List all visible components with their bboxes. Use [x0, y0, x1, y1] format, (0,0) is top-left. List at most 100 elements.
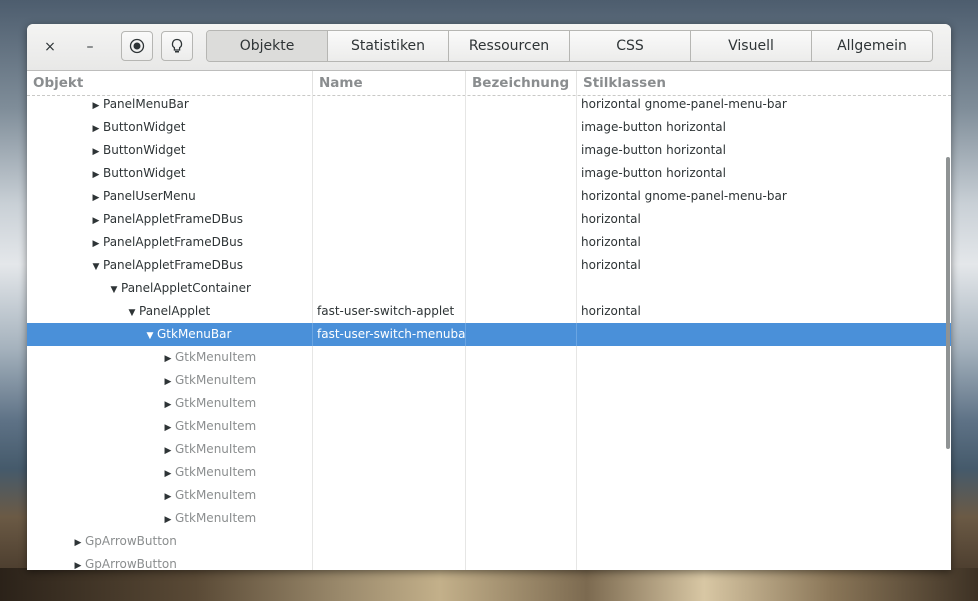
column-bezeichnung[interactable]: Bezeichnung	[466, 71, 577, 95]
object-type-label: GtkMenuItem	[175, 419, 257, 433]
tree-row[interactable]: ▶ GtkMenuItem	[27, 369, 951, 392]
expander-collapsed-icon[interactable]: ▶	[161, 371, 175, 392]
object-type-label: ButtonWidget	[103, 166, 186, 180]
object-cell: ▼ PanelAppletContainer	[27, 277, 313, 300]
label-cell	[466, 438, 577, 461]
tree-row[interactable]: ▼ PanelAppletFrameDBus horizontal	[27, 254, 951, 277]
expander-expanded-icon[interactable]: ▼	[143, 325, 157, 346]
label-cell	[466, 461, 577, 484]
expander-collapsed-icon[interactable]: ▶	[161, 509, 175, 530]
tab-ressourcen[interactable]: Ressourcen	[448, 31, 569, 61]
tree-row[interactable]: ▶ GtkMenuItem	[27, 415, 951, 438]
label-cell	[466, 484, 577, 507]
name-cell	[313, 116, 466, 139]
object-type-label: GpArrowButton	[85, 534, 177, 548]
tab-allgemein[interactable]: Allgemein	[811, 31, 932, 61]
label-cell	[466, 300, 577, 323]
object-cell: ▶ PanelMenuBar	[27, 93, 313, 116]
label-cell	[466, 369, 577, 392]
label-cell	[466, 139, 577, 162]
object-type-label: PanelUserMenu	[103, 189, 196, 203]
tree-row[interactable]: ▶ GpArrowButton	[27, 530, 951, 553]
object-picker-button[interactable]	[121, 31, 153, 61]
highlight-button[interactable]	[161, 31, 193, 61]
expander-collapsed-icon[interactable]: ▶	[161, 417, 175, 438]
style-classes-cell	[577, 392, 951, 415]
expander-collapsed-icon[interactable]: ▶	[161, 348, 175, 369]
tree-row[interactable]: ▶ GpArrowButton	[27, 553, 951, 570]
tab-statistiken[interactable]: Statistiken	[327, 31, 448, 61]
column-name[interactable]: Name	[313, 71, 466, 95]
object-cell: ▶ GtkMenuItem	[27, 461, 313, 484]
expander-collapsed-icon[interactable]: ▶	[89, 141, 103, 162]
tree-row[interactable]: ▶ PanelMenuBar horizontal gnome-panel-menu…	[27, 93, 951, 116]
label-cell	[466, 254, 577, 277]
close-button[interactable]: ×	[37, 24, 63, 70]
style-classes-cell: image-button horizontal	[581, 120, 726, 134]
style-classes-cell	[577, 530, 951, 553]
object-tree: ▶ PanelMenuBar horizontal gnome-panel-menu…	[27, 93, 951, 570]
expander-collapsed-icon[interactable]: ▶	[89, 233, 103, 254]
object-type-label: PanelApplet	[139, 304, 211, 318]
object-cell: ▼ GtkMenuBar	[27, 323, 313, 346]
tree-row[interactable]: ▶ GtkMenuItem	[27, 346, 951, 369]
tree-row[interactable]: ▼ GtkMenuBar fast-user-switch-menubar	[27, 323, 951, 346]
object-type-label: GtkMenuItem	[175, 488, 257, 502]
tree-row[interactable]: ▶ PanelUserMenu horizontal gnome-panel-men…	[27, 185, 951, 208]
object-cell: ▼ PanelApplet	[27, 300, 313, 323]
expander-collapsed-icon[interactable]: ▶	[71, 532, 85, 553]
name-cell	[313, 415, 466, 438]
tree-row[interactable]: ▶ PanelAppletFrameDBus horizontal	[27, 231, 951, 254]
expander-collapsed-icon[interactable]: ▶	[89, 95, 103, 116]
tree-row[interactable]: ▶ ButtonWidget image-button horizontal	[27, 162, 951, 185]
expander-collapsed-icon[interactable]: ▶	[71, 555, 85, 570]
expander-collapsed-icon[interactable]: ▶	[161, 486, 175, 507]
column-stilklassen[interactable]: Stilklassen	[577, 71, 951, 95]
expander-collapsed-icon[interactable]: ▶	[161, 463, 175, 484]
tree-row[interactable]: ▼ PanelApplet fast-user-switch-applet horiz…	[27, 300, 951, 323]
tree-row[interactable]: ▶ PanelAppletFrameDBus horizontal	[27, 208, 951, 231]
vertical-scrollbar[interactable]	[946, 157, 950, 449]
expander-expanded-icon[interactable]: ▼	[107, 279, 121, 300]
tree-row[interactable]: ▶ ButtonWidget image-button horizontal	[27, 139, 951, 162]
tree-row[interactable]: ▶ GtkMenuItem	[27, 461, 951, 484]
expander-collapsed-icon[interactable]: ▶	[89, 187, 103, 208]
expander-collapsed-icon[interactable]: ▶	[161, 394, 175, 415]
object-type-label: ButtonWidget	[103, 143, 186, 157]
label-cell	[466, 208, 577, 231]
tab-visuell[interactable]: Visuell	[690, 31, 811, 61]
tree-row[interactable]: ▶ ButtonWidget image-button horizontal	[27, 116, 951, 139]
tree-row[interactable]: ▶ GtkMenuItem	[27, 484, 951, 507]
tree-row[interactable]: ▼ PanelAppletContainer	[27, 277, 951, 300]
label-cell	[466, 507, 577, 530]
expander-collapsed-icon[interactable]: ▶	[89, 210, 103, 231]
label-cell	[466, 346, 577, 369]
label-cell	[466, 116, 577, 139]
name-cell	[313, 438, 466, 461]
tree-row[interactable]: ▶ GtkMenuItem	[27, 392, 951, 415]
label-cell	[466, 323, 577, 346]
object-cell: ▶ PanelAppletFrameDBus	[27, 208, 313, 231]
expander-collapsed-icon[interactable]: ▶	[89, 118, 103, 139]
expander-expanded-icon[interactable]: ▼	[89, 256, 103, 277]
tree-row[interactable]: ▶ GtkMenuItem	[27, 438, 951, 461]
tab-css[interactable]: CSS	[569, 31, 690, 61]
object-type-label: PanelMenuBar	[103, 97, 189, 111]
object-type-label: GtkMenuItem	[175, 511, 257, 525]
tree-row[interactable]: ▶ GtkMenuItem	[27, 507, 951, 530]
inspector-window: × – Objekte Statistiken Ressourcen CSS Visue…	[27, 24, 951, 570]
expander-collapsed-icon[interactable]: ▶	[161, 440, 175, 461]
object-type-label: GpArrowButton	[85, 557, 177, 570]
tab-objekte[interactable]: Objekte	[207, 31, 327, 61]
style-classes-cell: horizontal gnome-panel-menu-bar	[581, 97, 787, 111]
lightbulb-icon	[171, 38, 183, 53]
minimize-button[interactable]: –	[77, 24, 103, 70]
style-classes-cell	[577, 484, 951, 507]
object-type-label: PanelAppletFrameDBus	[103, 212, 243, 226]
expander-collapsed-icon[interactable]: ▶	[89, 164, 103, 185]
label-cell	[466, 185, 577, 208]
expander-expanded-icon[interactable]: ▼	[125, 302, 139, 323]
style-classes-cell	[577, 415, 951, 438]
column-objekt[interactable]: Objekt	[27, 71, 313, 95]
style-classes-cell: image-button horizontal	[581, 166, 726, 180]
